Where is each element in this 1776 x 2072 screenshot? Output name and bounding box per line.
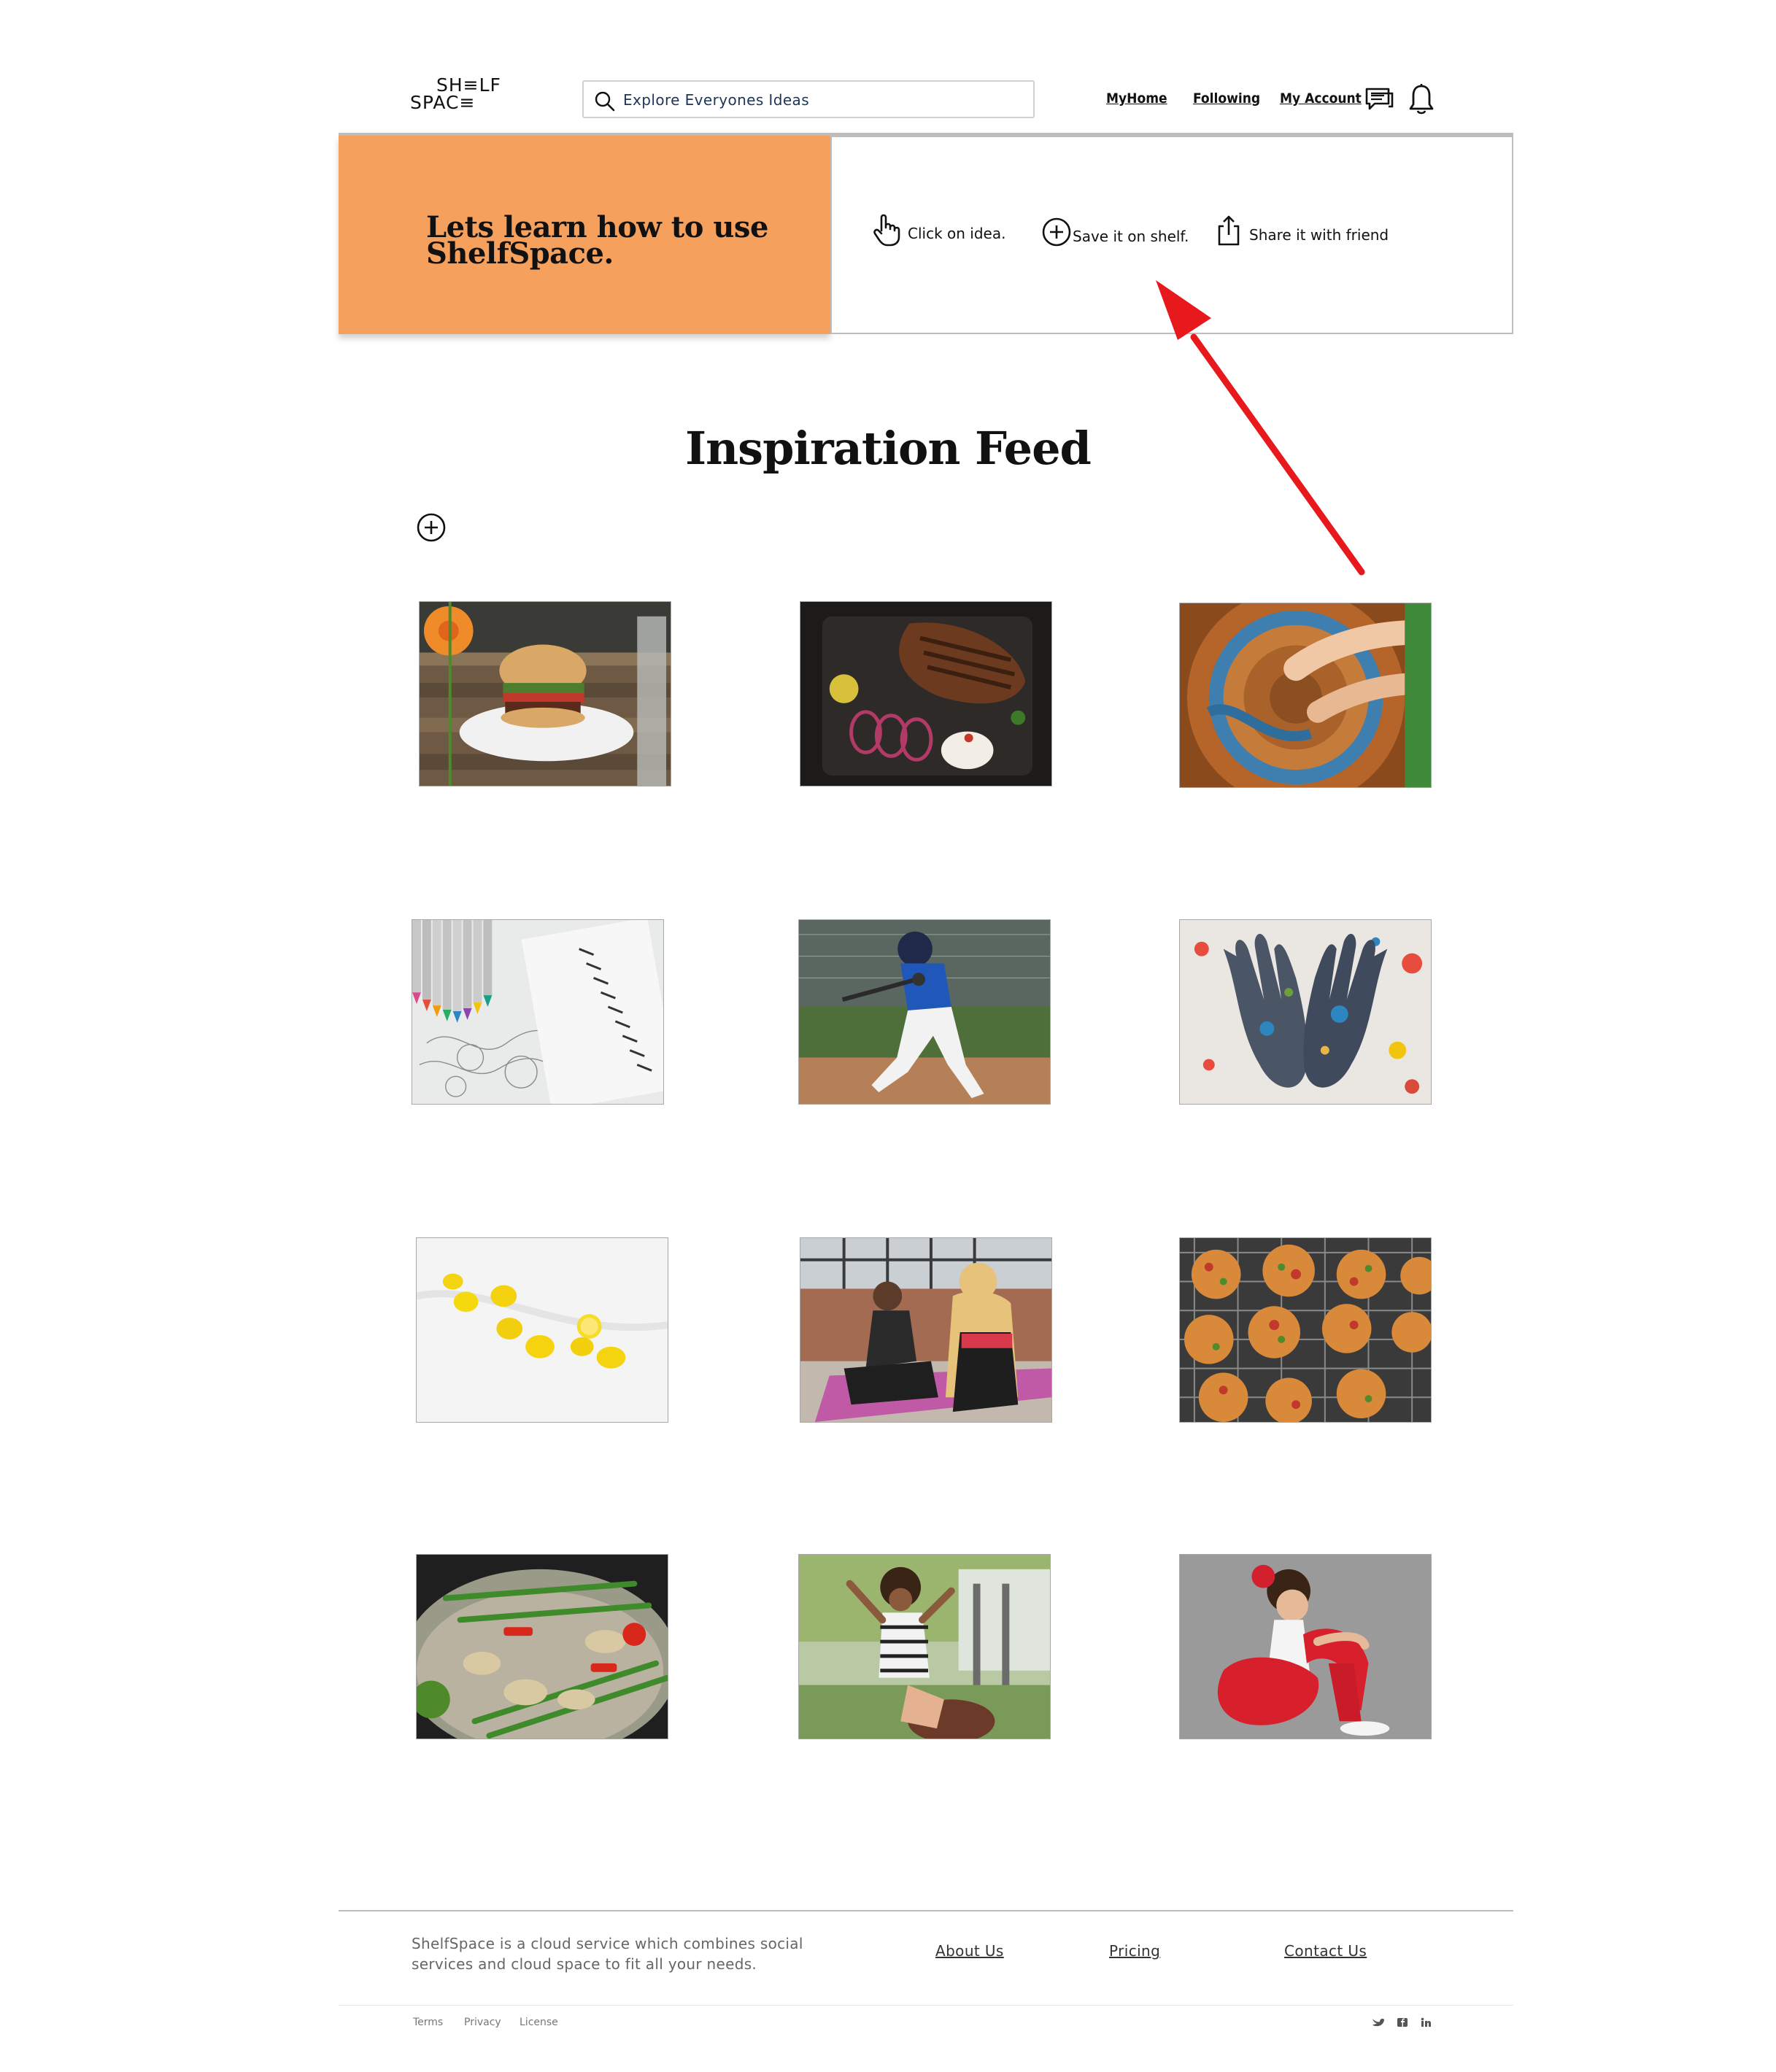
- feed-card-baseball[interactable]: [798, 919, 1051, 1105]
- search-input[interactable]: Explore Everyones Ideas: [582, 80, 1035, 118]
- nav-myhome[interactable]: MyHome: [1106, 90, 1167, 107]
- add-idea-button[interactable]: [416, 512, 447, 543]
- stir-fry-image: [417, 1555, 668, 1739]
- feed-card-painted-hands[interactable]: [1179, 919, 1432, 1105]
- tutorial-banner: Lets learn how to use ShelfSpace.: [339, 136, 830, 334]
- pottery-image: [1180, 603, 1431, 787]
- footer-about-us[interactable]: About Us: [935, 1942, 1004, 1960]
- share-icon: [1218, 215, 1240, 246]
- linkedin-icon[interactable]: [1420, 2017, 1432, 2028]
- footer-contact-us[interactable]: Contact Us: [1284, 1942, 1367, 1960]
- site-header: SH≡LF SPAC≡ Explore Everyones Ideas MyHo…: [0, 0, 1776, 134]
- tutorial-steps: Click on idea. Save it on shelf. Share i…: [830, 136, 1513, 334]
- pencils-image: [412, 920, 663, 1104]
- step-label: Save it on shelf.: [1073, 228, 1189, 245]
- feed-title: Inspiration Feed: [685, 422, 1092, 475]
- feed-card-lemons[interactable]: [416, 1237, 668, 1423]
- feed-card-pencils[interactable]: [412, 919, 664, 1105]
- mini-pizzas-image: [1180, 1238, 1431, 1422]
- feed-card-stir-fry[interactable]: [416, 1554, 668, 1739]
- lemons-image: [417, 1238, 668, 1422]
- ballet-image: [1180, 1555, 1431, 1739]
- footer-license[interactable]: License: [520, 2017, 558, 2028]
- feed-card-child[interactable]: [798, 1554, 1051, 1739]
- step-save-shelf: Save it on shelf.: [1042, 217, 1210, 250]
- footer-terms[interactable]: Terms: [413, 2017, 443, 2028]
- ribs-image: [800, 602, 1051, 786]
- hand-pointer-icon: [873, 214, 900, 247]
- search-icon: [595, 91, 615, 112]
- painted-hands-image: [1180, 920, 1431, 1104]
- twitter-icon[interactable]: [1372, 2017, 1385, 2028]
- footer-divider: [339, 1910, 1513, 1911]
- shelfspace-logo[interactable]: SH≡LF SPAC≡: [410, 76, 505, 114]
- feed-card-yoga[interactable]: [800, 1237, 1052, 1423]
- step-click-idea: Click on idea.: [873, 213, 1019, 250]
- feed-card-ribs[interactable]: [800, 601, 1052, 786]
- feed-card-burger[interactable]: [419, 601, 671, 786]
- feed-card-ballet[interactable]: [1179, 1554, 1432, 1739]
- footer-pricing[interactable]: Pricing: [1109, 1942, 1160, 1960]
- step-share-friend: Share it with friend: [1216, 214, 1405, 248]
- baseball-image: [799, 920, 1050, 1104]
- nav-my-account[interactable]: My Account: [1280, 90, 1362, 107]
- notifications-bell-icon[interactable]: [1408, 83, 1435, 117]
- nav-following[interactable]: Following: [1193, 90, 1260, 107]
- feed-card-mini-pizzas[interactable]: [1179, 1237, 1432, 1423]
- footer-sub-divider: [339, 2005, 1513, 2006]
- footer-description: ShelfSpace is a cloud service which comb…: [412, 1935, 803, 1973]
- plus-circle-icon: [1042, 217, 1071, 247]
- search-placeholder: Explore Everyones Ideas: [623, 91, 810, 109]
- tutorial-title: Lets learn how to use ShelfSpace.: [426, 210, 768, 271]
- feed-card-pottery[interactable]: [1179, 603, 1432, 788]
- logo-bottom: SPAC≡: [410, 92, 476, 113]
- messages-icon[interactable]: [1364, 86, 1395, 115]
- step-label: Share it with friend: [1249, 226, 1389, 244]
- facebook-icon[interactable]: [1397, 2017, 1408, 2028]
- yoga-image: [800, 1238, 1051, 1422]
- step-label: Click on idea.: [908, 225, 1006, 242]
- child-image: [799, 1555, 1050, 1739]
- footer-privacy[interactable]: Privacy: [464, 2017, 501, 2028]
- burger-image: [420, 602, 671, 786]
